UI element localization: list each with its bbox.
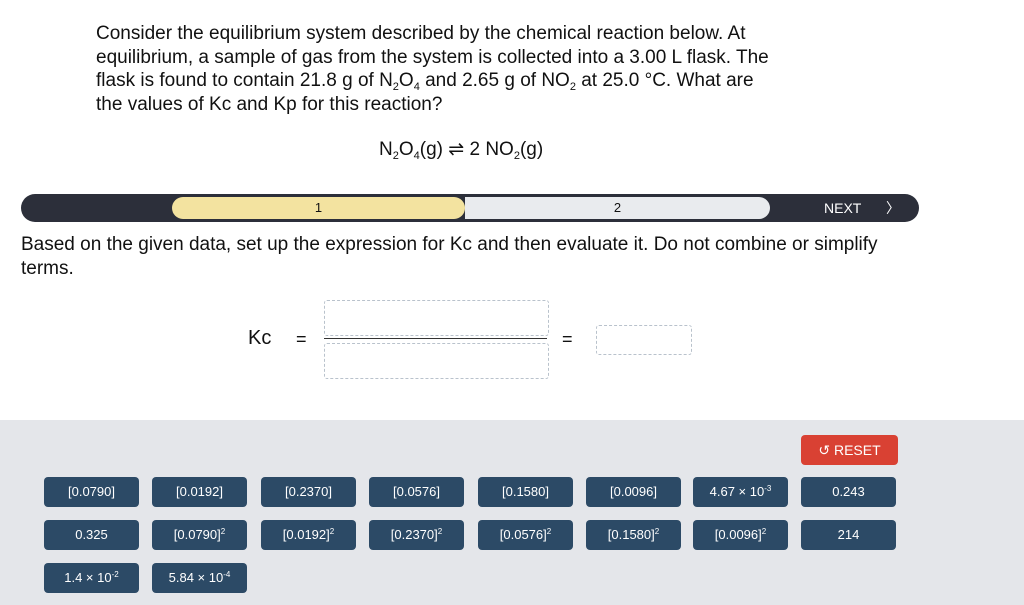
equals-sign: = [296,329,307,349]
equals-sign: = [562,329,573,349]
question-line: Consider the equilibrium system describe… [96,23,746,44]
text: (g) [419,139,443,160]
text: and 2.65 g of NO [419,70,570,91]
step-2-tab[interactable]: 2 [465,197,770,219]
text: O [398,70,414,91]
tile-text: [0.0790] [68,484,115,499]
tile-3[interactable]: [0.0576] [369,477,464,507]
tile-text: [0.2370] [390,527,438,542]
text: (g) [519,139,544,160]
text: O [398,139,414,160]
tile-0[interactable]: [0.0790] [44,477,139,507]
question-line: flask is found to contain 21.8 g of N2O4… [96,69,856,93]
tile-sup: -4 [223,570,231,579]
fraction-line [324,338,547,339]
tile-6[interactable]: 4.67 × 10-3 [693,477,788,507]
next-label: NEXT [824,200,862,216]
equilibrium-arrow-icon: ⇌ [448,139,465,160]
tile-text: [0.1580] [607,527,655,542]
tile-sup: 2 [329,527,335,536]
text: N [379,139,393,160]
tile-11[interactable]: [0.2370]2 [369,520,464,550]
tile-5[interactable]: [0.0096] [586,477,681,507]
text: at 25.0 °C. What are [575,70,754,91]
tile-17[interactable]: 5.84 × 10-4 [152,563,247,593]
reset-button[interactable]: ↺ RESET [801,435,898,465]
tile-9[interactable]: [0.0790]2 [152,520,247,550]
tile-text: [0.0096] [610,484,657,499]
answer-drop-zone[interactable] [596,325,692,355]
tile-sup: 2 [761,527,767,536]
tile-sup: 2 [220,527,226,536]
tile-text: [0.0192] [176,484,223,499]
tile-text: [0.0192] [282,527,330,542]
tile-sup: -2 [111,570,119,579]
tile-text: 5.84 × 10 [168,570,224,585]
text: flask is found to contain 21.8 g of N [96,70,393,91]
tile-7[interactable]: 0.243 [801,477,896,507]
tile-2[interactable]: [0.2370] [261,477,356,507]
tile-12[interactable]: [0.0576]2 [478,520,573,550]
question-line: the values of Kc and Kp for this reactio… [96,93,443,115]
question-line: equilibrium, a sample of gas from the sy… [96,46,769,68]
tile-text: [0.2370] [285,484,332,499]
tile-sup: -3 [764,484,772,493]
tile-text: [0.0576] [499,527,547,542]
text: 2 NO [464,139,514,160]
tile-13[interactable]: [0.1580]2 [586,520,681,550]
tile-15[interactable]: 214 [801,520,896,550]
kc-label: Kc [248,327,272,349]
tile-text: 214 [837,527,860,542]
tile-16[interactable]: 1.4 × 10-2 [44,563,139,593]
tile-sup: 2 [546,527,552,536]
tile-text: 1.4 × 10 [64,570,112,585]
tile-text: [0.0790] [173,527,221,542]
tile-text: 4.67 × 10 [709,484,765,499]
instruction-text: Based on the given data, set up the expr… [21,234,878,279]
tile-text: [0.1580] [502,484,549,499]
tile-8[interactable]: 0.325 [44,520,139,550]
tile-sup: 2 [437,527,443,536]
numerator-drop-zone[interactable] [324,300,549,336]
chemical-reaction: N2O4(g) ⇌ 2 NO2(g) [379,138,544,162]
chevron-right-icon: 〉 [886,200,900,216]
tile-text: 0.243 [832,484,865,499]
reset-icon: ↺ [818,442,831,458]
tile-text: [0.0576] [393,484,440,499]
tile-sup: 2 [654,527,660,536]
step-1-tab[interactable]: 1 [172,197,465,219]
denominator-drop-zone[interactable] [324,343,549,379]
tile-4[interactable]: [0.1580] [478,477,573,507]
tile-text: 0.325 [75,527,108,542]
tile-1[interactable]: [0.0192] [152,477,247,507]
question-text: Consider the equilibrium system describe… [96,22,856,116]
tile-text: [0.0096] [714,527,762,542]
next-button[interactable]: NEXT 〉 [813,197,913,219]
tile-14[interactable]: [0.0096]2 [693,520,788,550]
reset-label: RESET [833,442,881,458]
tile-10[interactable]: [0.0192]2 [261,520,356,550]
